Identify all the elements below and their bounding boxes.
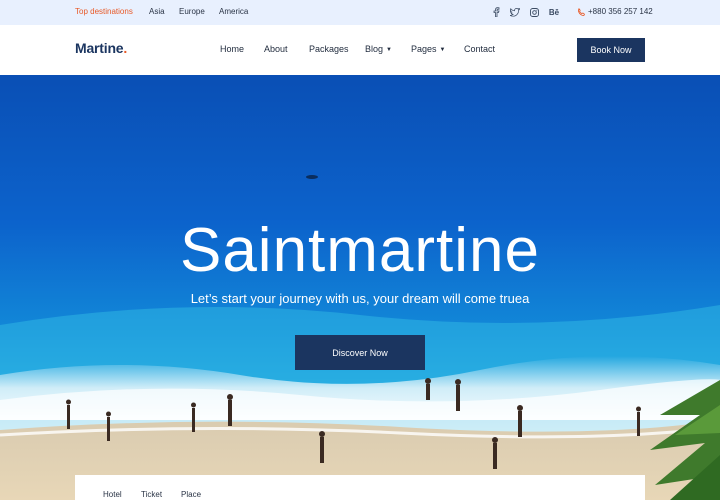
hero-section: Saintmartine Let’s start your journey wi… xyxy=(0,75,720,500)
nav-pages[interactable]: Pages ▼ xyxy=(411,44,445,54)
book-now-button[interactable]: Book Now xyxy=(577,38,645,62)
site-logo[interactable]: Martine. xyxy=(75,40,127,56)
top-bar: Top destinations Asia Europe America Bē … xyxy=(0,0,720,25)
caret-down-icon: ▼ xyxy=(439,46,446,53)
hero-background-image xyxy=(0,75,720,500)
logo-dot: . xyxy=(123,40,128,56)
nav-pages-label: Pages xyxy=(411,44,437,54)
nav-about[interactable]: About xyxy=(264,44,288,54)
nav-packages[interactable]: Packages xyxy=(309,44,349,54)
tab-hotel[interactable]: Hotel xyxy=(103,490,122,499)
twitter-icon[interactable] xyxy=(509,6,521,18)
tab-place[interactable]: Place xyxy=(181,490,201,499)
nav-blog[interactable]: Blog ▼ xyxy=(365,44,392,54)
destination-link-america[interactable]: America xyxy=(219,7,248,16)
destination-link-europe[interactable]: Europe xyxy=(179,7,205,16)
caret-down-icon: ▼ xyxy=(386,46,392,53)
instagram-icon[interactable] xyxy=(528,6,540,18)
logo-text: Martine xyxy=(75,40,124,56)
nav-home[interactable]: Home xyxy=(220,44,244,54)
phone-icon xyxy=(575,6,587,18)
nav-contact[interactable]: Contact xyxy=(464,44,495,54)
search-tabs-card: Hotel Ticket Place xyxy=(75,475,645,500)
hero-title: Saintmartine xyxy=(179,216,541,285)
destination-link-asia[interactable]: Asia xyxy=(149,7,165,16)
nav-blog-label: Blog xyxy=(365,44,384,54)
discover-now-button[interactable]: Discover Now xyxy=(295,335,425,370)
main-header: Martine. Home About Packages Blog ▼ Pages… xyxy=(0,25,720,75)
facebook-icon[interactable] xyxy=(490,6,502,18)
tab-ticket[interactable]: Ticket xyxy=(141,490,162,499)
phone-number[interactable]: +880 356 257 142 xyxy=(588,7,653,16)
behance-icon[interactable]: Bē xyxy=(548,6,560,18)
hero-subtitle: Let’s start your journey with us, your d… xyxy=(190,291,530,306)
top-destinations-label: Top destinations xyxy=(75,7,133,16)
